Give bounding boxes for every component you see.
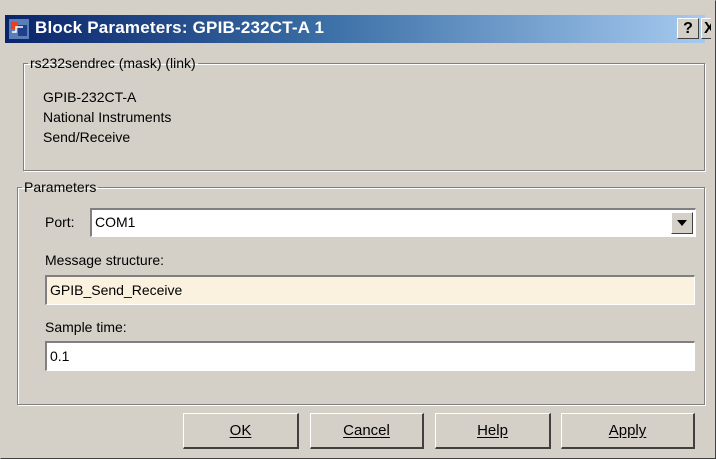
mask-description-legend: rs232sendrec (mask) (link) [30,55,196,71]
help-button[interactable]: Help [435,413,551,449]
sample-time-input[interactable]: 0.1 [45,341,695,371]
apply-button[interactable]: Apply [561,413,695,449]
port-label: Port: [45,214,75,230]
message-structure-label: Message structure: [45,252,165,268]
chevron-down-icon[interactable] [671,212,693,234]
description-line-function: Send/Receive [43,129,131,145]
close-button[interactable]: X [701,18,711,39]
port-select[interactable]: COM1 [90,208,696,237]
description-line-model: GPIB-232CT-A [43,89,137,105]
sample-time-label: Sample time: [45,319,127,335]
cancel-button[interactable]: Cancel [310,413,424,449]
port-select-value: COM1 [95,214,136,230]
simulink-block-icon [9,19,29,39]
title-bar[interactable]: Block Parameters: GPIB-232CT-A 1 ? X [5,15,711,43]
description-line-vendor: National Instruments [43,109,172,125]
ok-button[interactable]: OK [183,413,299,449]
parameters-legend: Parameters [24,179,97,195]
block-parameters-dialog: Block Parameters: GPIB-232CT-A 1 ? X rs2… [0,0,716,459]
message-structure-input[interactable]: GPIB_Send_Receive [45,275,695,305]
help-title-button[interactable]: ? [677,18,699,39]
window-title: Block Parameters: GPIB-232CT-A 1 [35,18,325,37]
